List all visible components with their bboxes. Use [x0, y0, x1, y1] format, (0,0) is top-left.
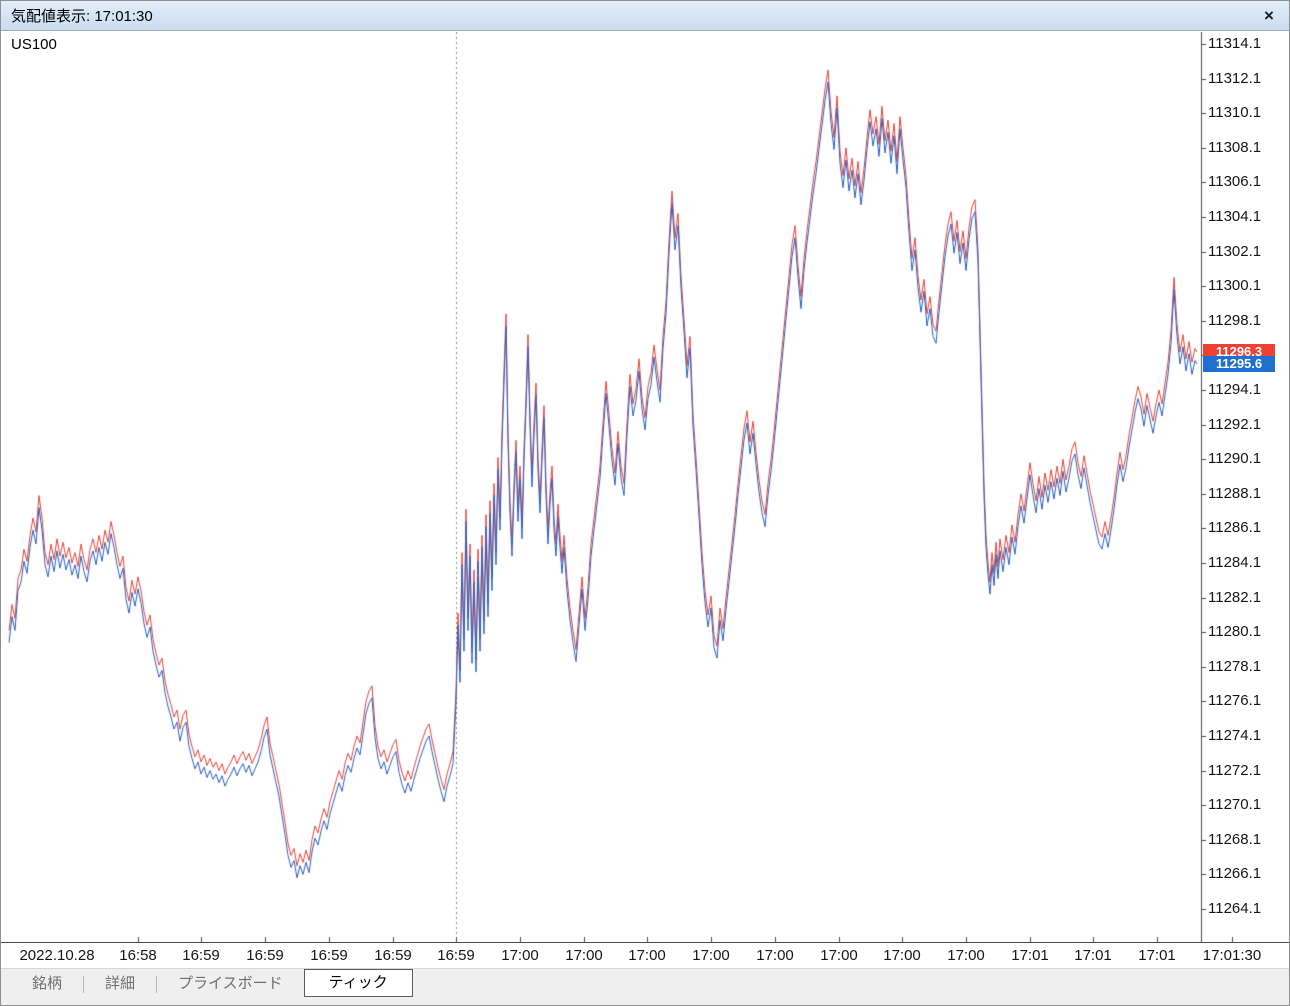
time-axis-label: 17:00 [628, 947, 666, 964]
price-axis-label: 11270.1 [1208, 796, 1262, 814]
time-axis-label: 17:01 [1011, 947, 1049, 964]
time-axis-label: 17:00 [756, 947, 794, 964]
time-axis-label: 17:01 [1074, 947, 1112, 964]
time-axis-label: 16:59 [374, 947, 412, 964]
price-axis-label: 11264.1 [1208, 900, 1262, 917]
time-axis-label: 16:58 [119, 947, 157, 964]
time-axis-label: 16:59 [182, 947, 220, 964]
symbol-label: US100 [11, 36, 57, 53]
price-axis-label: 11314.1 [1208, 35, 1262, 52]
tab-2[interactable]: 詳細 [84, 969, 156, 999]
price-axis-label: 11274.1 [1208, 727, 1262, 744]
price-axis-label: 11284.1 [1208, 554, 1262, 571]
tab-3[interactable]: プライスボード [157, 969, 304, 999]
title-bar: 気配値表示: 17:01:30 × [1, 1, 1289, 31]
price-axis-label: 11268.1 [1208, 830, 1262, 848]
price-axis-label: 11306.1 [1208, 173, 1262, 191]
tab-bar: 銘柄 詳細 プライスボード ティック [1, 968, 1289, 1005]
price-axis-label: 11286.1 [1208, 519, 1262, 537]
price-axis-label: 11280.1 [1208, 623, 1262, 641]
tick-chart-canvas [1, 32, 1289, 942]
price-axis-label: 11304.1 [1208, 208, 1262, 225]
time-axis-label: 2022.10.28 [19, 947, 95, 964]
tab-1[interactable]: 銘柄 [11, 969, 83, 999]
window-title: 気配値表示: 17:01:30 [11, 8, 153, 25]
time-axis-label: 17:00 [692, 947, 730, 964]
price-axis-label: 11298.1 [1208, 311, 1262, 329]
close-icon[interactable]: × [1257, 1, 1281, 31]
tab-4[interactable]: ティック [303, 969, 413, 997]
price-axis-label: 11290.1 [1208, 450, 1262, 468]
time-axis-label: 17:00 [883, 947, 921, 964]
price-axis-label: 11278.1 [1208, 657, 1262, 675]
market-watch-window: 気配値表示: 17:01:30 × US100 11314.1 11312.1 11… [0, 0, 1290, 1006]
price-axis-label: 11276.1 [1208, 692, 1262, 710]
time-axis-label: 16:59 [246, 947, 284, 964]
price-axis-label: 11292.1 [1208, 415, 1262, 433]
time-axis-label: 16:59 [437, 947, 475, 964]
price-axis-label: 11302.1 [1208, 242, 1262, 260]
price-axis-label: 11308.1 [1208, 138, 1262, 156]
time-axis-label: 17:01:30 [1202, 947, 1262, 964]
time-axis-label: 17:00 [820, 947, 858, 964]
bid-price-badge: 11295.6 [1203, 356, 1275, 373]
price-axis-label: 11294.1 [1208, 381, 1262, 398]
price-axis-label: 11266.1 [1208, 865, 1262, 883]
price-axis-label: 11272.1 [1208, 761, 1262, 779]
tick-chart-area: US100 11314.1 11312.1 11310.1 11308.1 11306.… [1, 32, 1289, 942]
price-axis-label: 11282.1 [1208, 588, 1262, 606]
price-axis-label: 11288.1 [1208, 484, 1262, 502]
time-axis-label: 16:59 [310, 947, 348, 964]
price-axis-label: 11312.1 [1208, 69, 1262, 87]
time-axis-label: 17:01 [1138, 947, 1176, 964]
time-axis-label: 17:00 [501, 947, 539, 964]
time-axis-label: 17:00 [947, 947, 985, 964]
time-axis-label: 17:00 [565, 947, 603, 964]
price-axis-label: 11300.1 [1208, 277, 1262, 295]
price-axis-label: 11310.1 [1208, 104, 1262, 122]
time-axis: 2022.10.28 16:58 16:59 16:59 16:59 16:59 16:59… [1, 942, 1289, 968]
